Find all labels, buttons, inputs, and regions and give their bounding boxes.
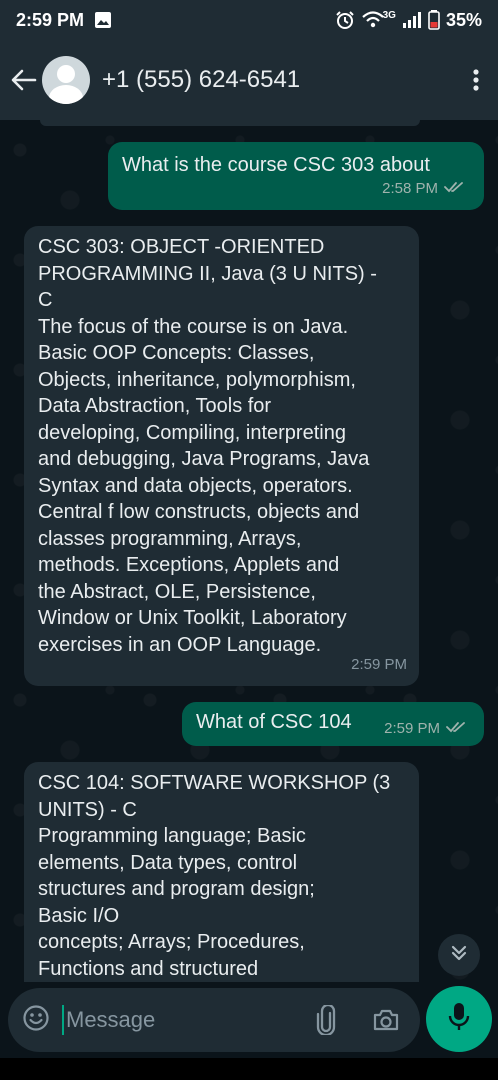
camera-icon[interactable] [370,1004,402,1036]
message-outgoing[interactable]: What is the course CSC 303 about 2:58 PM [108,142,484,210]
signal-icon [402,11,422,29]
message-line: UNITS) - C [38,798,137,821]
message-line: and debugging, Java Programs, Java [38,448,370,470]
double-check-icon [446,716,466,743]
status-bar: 2:59 PM 3G 35% [0,0,498,40]
network-type: 3G [382,9,396,21]
contact-name[interactable]: +1 (555) 624-6541 [102,66,300,94]
message-line: concepts; Arrays; Procedures, [38,931,305,953]
composer: Message [0,982,498,1058]
message-line: CSC 303: OBJECT -ORIENTED [38,236,325,258]
message-line: methods. Exceptions, Applets and [38,554,340,576]
gallery-icon [94,11,112,29]
avatar[interactable] [42,56,90,104]
message-incoming[interactable]: CSC 303: OBJECT -ORIENTED PROGRAMMING II… [24,226,419,686]
alarm-icon [335,10,355,30]
message-time: 2:58 PM [382,179,438,197]
message-line: Basic I/O [38,904,120,927]
message-line: classes programming, Arrays, [38,527,302,550]
double-check-icon [444,176,464,203]
message-line: Syntax and data objects, operators. [38,474,353,497]
message-line: Programming language; Basic [38,825,306,847]
message-line: Functions and structured [38,957,259,980]
message-text: What of CSC 104 [196,711,352,733]
attach-icon[interactable] [310,1004,342,1036]
message-placeholder: Message [66,1007,156,1032]
message-outgoing[interactable]: What of CSC 104 2:59 PM [182,702,484,746]
text-caret [62,1005,64,1035]
mic-icon [447,1002,471,1037]
double-chevron-down-icon [449,943,469,968]
message-input[interactable]: Message [8,988,420,1052]
system-nav-bar [0,1058,498,1080]
message-line: the Abstract, OLE, Persistence, [38,580,316,603]
message-line: elements, Data types, control [38,851,298,874]
message-line: Basic OOP Concepts: Classes, [38,342,315,364]
message-line: Window or Unix Toolkit, Laboratory [38,607,347,629]
message-time: 2:59 PM [351,655,407,673]
message-incoming[interactable]: CSC 104: SOFTWARE WORKSHOP (3 UNITS) - C… [24,762,419,982]
battery-icon [428,10,440,30]
message-line: structures and program design; [38,878,315,900]
previous-message-edge [40,120,420,126]
message-line: C [38,289,53,311]
emoji-icon[interactable] [22,1004,50,1037]
battery-level: 35% [445,9,482,30]
message-time: 2:59 PM [384,720,440,737]
chat-header: +1 (555) 624-6541 [0,40,498,120]
chat-area[interactable]: What is the course CSC 303 about 2:58 PM… [0,120,498,982]
message-line: The focus of the course is on Java. [38,315,349,338]
back-arrow-icon[interactable] [8,64,40,96]
scroll-down-button[interactable] [438,934,480,976]
message-line: Central f low constructs, objects and [38,501,360,523]
message-line: developing, Compiling, interpreting [38,421,346,444]
message-line: exercises in an OOP Language. [38,633,322,656]
wifi-icon [361,10,385,30]
message-line: Data Abstraction, Tools for [38,395,272,417]
message-line: CSC 104: SOFTWARE WORKSHOP (3 [38,772,391,794]
message-line: Objects, inheritance, polymorphism, [38,368,356,391]
more-vert-icon[interactable] [454,58,498,102]
mic-button[interactable] [426,986,492,1052]
message-line: PROGRAMMING II, Java (3 U NITS) - [38,262,377,285]
status-time: 2:59 PM [16,9,85,30]
